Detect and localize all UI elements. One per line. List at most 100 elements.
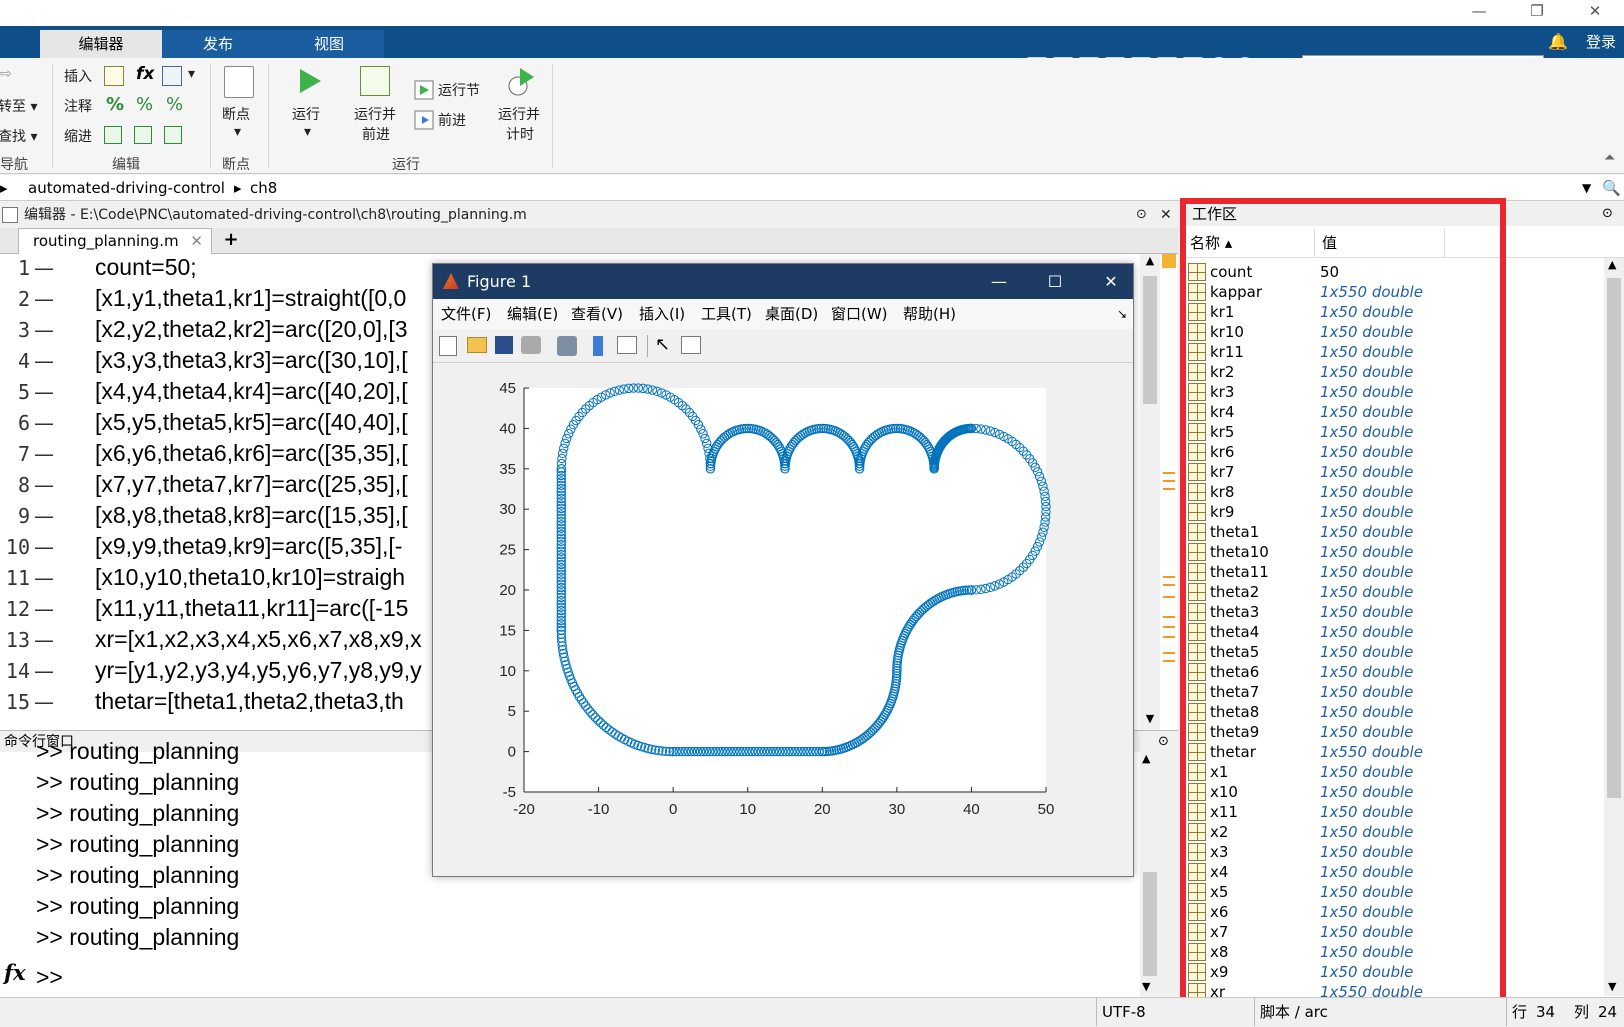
- find-button[interactable]: 查找 ▾: [0, 126, 37, 146]
- workspace-scrollbar[interactable]: ▲ ▼: [1604, 258, 1624, 996]
- smart-indent-icon[interactable]: [104, 126, 122, 144]
- breakpoint-gutter[interactable]: —: [34, 659, 54, 683]
- breadcrumb-segment[interactable]: automated-driving-control: [28, 175, 225, 201]
- code-line[interactable]: thetar=[theta1,theta2,theta3,th: [95, 688, 404, 715]
- code-line[interactable]: [x8,y8,theta8,kr8]=arc([15,35],[: [95, 502, 408, 529]
- menu-tools[interactable]: 工具(T): [701, 299, 752, 329]
- open-file-icon[interactable]: [467, 337, 487, 353]
- uncomment-icon[interactable]: %: [136, 94, 153, 115]
- insert-fi-icon[interactable]: [162, 66, 182, 86]
- menu-desktop[interactable]: 桌面(D): [765, 299, 818, 329]
- breadcrumb-segment[interactable]: ch8: [250, 175, 277, 201]
- save-figure-icon[interactable]: [495, 336, 513, 354]
- breakpoint-gutter[interactable]: —: [34, 597, 54, 621]
- minimize-button[interactable]: —: [1456, 0, 1502, 24]
- wrap-comment-icon[interactable]: %: [166, 94, 183, 115]
- run-section-button[interactable]: 运行节: [438, 80, 480, 100]
- breakpoints-button[interactable]: 断点: [222, 104, 250, 124]
- figure-maximize-button[interactable]: ☐: [1035, 264, 1075, 299]
- tab-editor[interactable]: 编辑器: [40, 30, 162, 58]
- breakpoint-gutter[interactable]: —: [34, 566, 54, 590]
- menu-help[interactable]: 帮助(H): [903, 299, 956, 329]
- code-line[interactable]: [x7,y7,theta7,kr7]=arc([25,35],[: [95, 471, 408, 498]
- code-line[interactable]: [x9,y9,theta9,kr9]=arc([5,35],[-: [95, 533, 402, 560]
- run-and-time-icon[interactable]: [506, 66, 536, 98]
- restore-button[interactable]: ❐: [1514, 0, 1560, 24]
- workspace-menu-icon[interactable]: ⊙: [1602, 202, 1613, 226]
- tab-routing-planning[interactable]: routing_planning.m ✕: [18, 228, 212, 254]
- menu-window[interactable]: 窗口(W): [831, 299, 888, 329]
- login-link[interactable]: 登录: [1586, 30, 1616, 54]
- breakpoints-icon[interactable]: [224, 66, 254, 98]
- breakpoint-gutter[interactable]: —: [34, 442, 54, 466]
- close-button[interactable]: ✕: [1572, 0, 1618, 24]
- link-plot-icon[interactable]: [557, 336, 577, 356]
- run-and-time-button[interactable]: 运行并: [498, 104, 540, 124]
- command-scrollbar[interactable]: ▲ ▼: [1140, 752, 1160, 997]
- editor-scroll-thumb[interactable]: [1143, 276, 1157, 404]
- indent-button[interactable]: 缩进: [64, 126, 92, 146]
- collapse-ribbon-icon[interactable]: ⏶: [1604, 150, 1615, 166]
- function-browser-icon[interactable]: fx: [4, 960, 26, 985]
- menu-edit[interactable]: 编辑(E): [507, 299, 558, 329]
- figure-minimize-button[interactable]: —: [979, 264, 1019, 299]
- search-folder-icon[interactable]: 🔍: [1602, 175, 1621, 201]
- code-line[interactable]: [x5,y5,theta5,kr5]=arc([40,40],[: [95, 409, 408, 436]
- run-button[interactable]: 运行: [292, 104, 320, 124]
- new-figure-icon[interactable]: [439, 336, 457, 356]
- code-line[interactable]: xr=[x1,x2,x3,x4,x5,x6,x7,x8,x9,x: [95, 626, 422, 653]
- breakpoint-gutter[interactable]: —: [34, 411, 54, 435]
- new-tab-button[interactable]: +: [214, 228, 248, 254]
- code-line[interactable]: [x4,y4,theta4,kr4]=arc([40,20],[: [95, 378, 408, 405]
- insert-function-icon[interactable]: fx: [136, 64, 154, 84]
- routing-path-plot[interactable]: -20 -10 0 10 20 30 40 50 -5 0 5 10 15 20 25 30 35 40 45: [433, 363, 1133, 876]
- command-prompt[interactable]: >>: [36, 964, 63, 991]
- breakpoint-gutter[interactable]: —: [34, 318, 54, 342]
- percent-comment-icon[interactable]: %: [106, 94, 124, 115]
- pointer-icon[interactable]: ↖: [655, 334, 670, 355]
- tab-view[interactable]: 视图: [274, 30, 384, 58]
- comment-button[interactable]: 注释: [64, 96, 92, 116]
- menu-dock-icon[interactable]: ↘: [1117, 299, 1127, 329]
- menu-insert[interactable]: 插入(I): [639, 299, 685, 329]
- advance-icon[interactable]: [414, 110, 434, 130]
- code-line[interactable]: [x10,y10,theta10,kr10]=straigh: [95, 564, 405, 591]
- breakpoint-gutter[interactable]: —: [34, 380, 54, 404]
- breakpoint-gutter[interactable]: —: [34, 690, 54, 714]
- increase-indent-icon[interactable]: [164, 126, 182, 144]
- address-dropdown-icon[interactable]: ▼: [1582, 175, 1591, 201]
- breakpoint-gutter[interactable]: —: [34, 504, 54, 528]
- advance-button[interactable]: 前进: [438, 110, 466, 130]
- breakpoint-gutter[interactable]: —: [34, 628, 54, 652]
- code-line[interactable]: [x3,y3,theta3,kr3]=arc([30,10],[: [95, 347, 408, 374]
- tab-publish[interactable]: 发布: [162, 30, 274, 58]
- notification-bell-icon[interactable]: 🔔: [1548, 30, 1570, 54]
- editor-close-icon[interactable]: ✕: [1160, 202, 1172, 228]
- legend-icon[interactable]: [617, 336, 637, 354]
- insert-button[interactable]: 插入: [64, 66, 92, 86]
- insert-section-icon[interactable]: [104, 66, 124, 86]
- code-line[interactable]: yr=[y1,y2,y3,y4,y5,y6,y7,y8,y9,y: [95, 657, 422, 684]
- figure-close-button[interactable]: ✕: [1091, 264, 1131, 299]
- breakpoint-gutter[interactable]: —: [34, 287, 54, 311]
- code-line[interactable]: [x6,y6,theta6,kr6]=arc([35,35],[: [95, 440, 408, 467]
- code-line[interactable]: [x2,y2,theta2,kr2]=arc([20,0],[3: [95, 316, 408, 343]
- property-inspector-icon[interactable]: [681, 336, 701, 354]
- code-line[interactable]: count=50;: [95, 254, 197, 281]
- workspace-scroll-thumb[interactable]: [1607, 278, 1621, 798]
- run-advance-icon[interactable]: [360, 66, 390, 96]
- run-icon[interactable]: [294, 66, 324, 96]
- breakpoint-gutter[interactable]: —: [34, 256, 54, 280]
- goto-button[interactable]: 转至 ▾: [0, 96, 37, 116]
- code-line[interactable]: [x11,y11,theta11,kr11]=arc([-15: [95, 595, 408, 622]
- menu-file[interactable]: 文件(F): [441, 299, 491, 329]
- close-tab-icon[interactable]: ✕: [190, 229, 203, 253]
- insert-dropdown-icon[interactable]: ▾: [188, 66, 195, 82]
- run-section-icon[interactable]: [414, 80, 434, 100]
- breakpoint-gutter[interactable]: —: [34, 535, 54, 559]
- colorbar-icon[interactable]: [593, 336, 603, 356]
- editor-scrollbar[interactable]: ▲ ▼: [1140, 254, 1160, 730]
- editor-menu-icon[interactable]: ⊙: [1136, 202, 1147, 228]
- back-arrow-icon[interactable]: ⇨: [0, 66, 12, 82]
- breakpoints-dropdown-icon[interactable]: ▾: [234, 124, 241, 140]
